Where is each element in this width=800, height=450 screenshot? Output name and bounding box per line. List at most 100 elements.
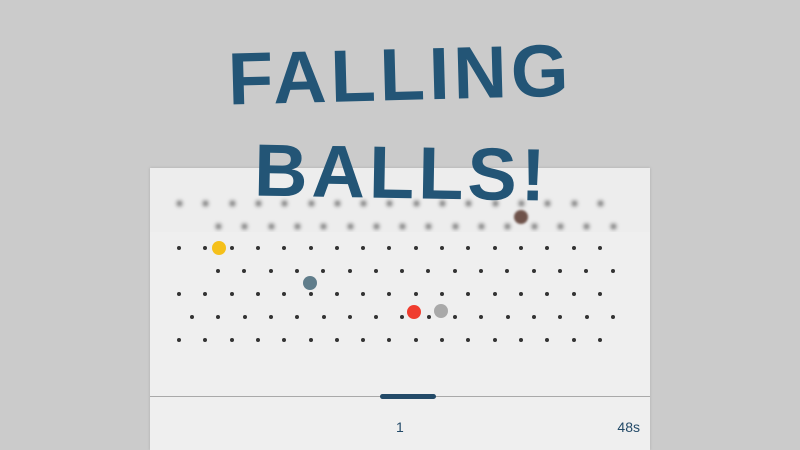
peg (361, 292, 366, 296)
peg (400, 224, 406, 229)
peg (347, 315, 352, 319)
peg (557, 224, 563, 229)
peg (334, 338, 339, 342)
peg (610, 224, 616, 229)
title-line-1: FALLING (227, 29, 574, 121)
peg (505, 315, 510, 319)
peg (268, 315, 273, 319)
peg (177, 338, 181, 342)
peg (531, 224, 537, 229)
timer-display: 48s (617, 419, 640, 435)
peg (479, 224, 484, 229)
peg (545, 292, 550, 296)
peg (387, 338, 392, 342)
peg (558, 315, 563, 319)
title-line-2: BALLS! (254, 128, 551, 216)
peg (361, 338, 366, 342)
peg (400, 269, 405, 273)
peg (492, 338, 497, 342)
peg (268, 224, 274, 229)
peg (282, 338, 287, 342)
peg (321, 224, 327, 229)
peg (479, 315, 484, 319)
game-title: FALLING BALLS! (227, 29, 574, 217)
peg (242, 269, 247, 273)
peg (373, 269, 378, 273)
paddle[interactable] (380, 394, 436, 399)
peg (466, 338, 471, 342)
peg (268, 269, 273, 273)
peg (334, 246, 339, 250)
peg (229, 338, 234, 342)
peg (545, 246, 550, 250)
peg (242, 315, 247, 319)
peg (545, 338, 550, 342)
peg (440, 246, 444, 250)
peg (413, 246, 418, 250)
peg (610, 315, 615, 319)
peg (426, 224, 432, 229)
peg (216, 315, 221, 319)
peg (177, 246, 181, 250)
peg (255, 338, 260, 342)
peg (505, 269, 510, 273)
peg (440, 338, 444, 342)
peg (505, 224, 511, 229)
yellow-ball (212, 241, 226, 255)
peg (177, 292, 181, 296)
peg (229, 292, 234, 296)
peg (282, 292, 287, 296)
peg (255, 246, 260, 250)
peg (518, 292, 523, 296)
peg (216, 224, 221, 229)
peg (347, 269, 352, 273)
peg (571, 246, 576, 250)
peg (453, 315, 457, 319)
peg (203, 246, 208, 250)
peg (308, 338, 313, 342)
peg (294, 224, 300, 229)
peg (361, 246, 366, 250)
peg (492, 246, 497, 250)
peg (584, 224, 590, 229)
peg (531, 315, 536, 319)
peg (373, 224, 379, 229)
peg (308, 246, 313, 250)
peg (413, 292, 418, 296)
peg (466, 246, 471, 250)
peg (531, 269, 536, 273)
peg (387, 292, 392, 296)
peg (295, 315, 300, 319)
peg (216, 269, 220, 273)
peg (334, 292, 339, 296)
peg (387, 246, 392, 250)
peg (413, 338, 418, 342)
peg (597, 246, 602, 250)
peg (242, 224, 248, 229)
peg (374, 315, 379, 319)
peg (479, 269, 483, 273)
peg (518, 246, 523, 250)
peg (571, 292, 576, 296)
peg (597, 292, 602, 296)
peg (282, 246, 287, 250)
peg (452, 224, 458, 229)
peg (203, 292, 208, 296)
peg (203, 338, 208, 342)
peg (347, 224, 353, 229)
peg (426, 269, 431, 273)
peg (584, 269, 589, 273)
peg (190, 315, 194, 319)
peg (466, 292, 471, 296)
red-ball (407, 305, 421, 319)
peg (452, 269, 457, 273)
peg (321, 315, 326, 319)
gray-ball (434, 304, 448, 318)
peg (255, 292, 260, 296)
peg (597, 338, 602, 342)
peg (426, 315, 431, 319)
peg (321, 269, 326, 273)
peg (229, 246, 234, 250)
score-counter: 1 (396, 419, 404, 435)
peg (400, 315, 405, 319)
